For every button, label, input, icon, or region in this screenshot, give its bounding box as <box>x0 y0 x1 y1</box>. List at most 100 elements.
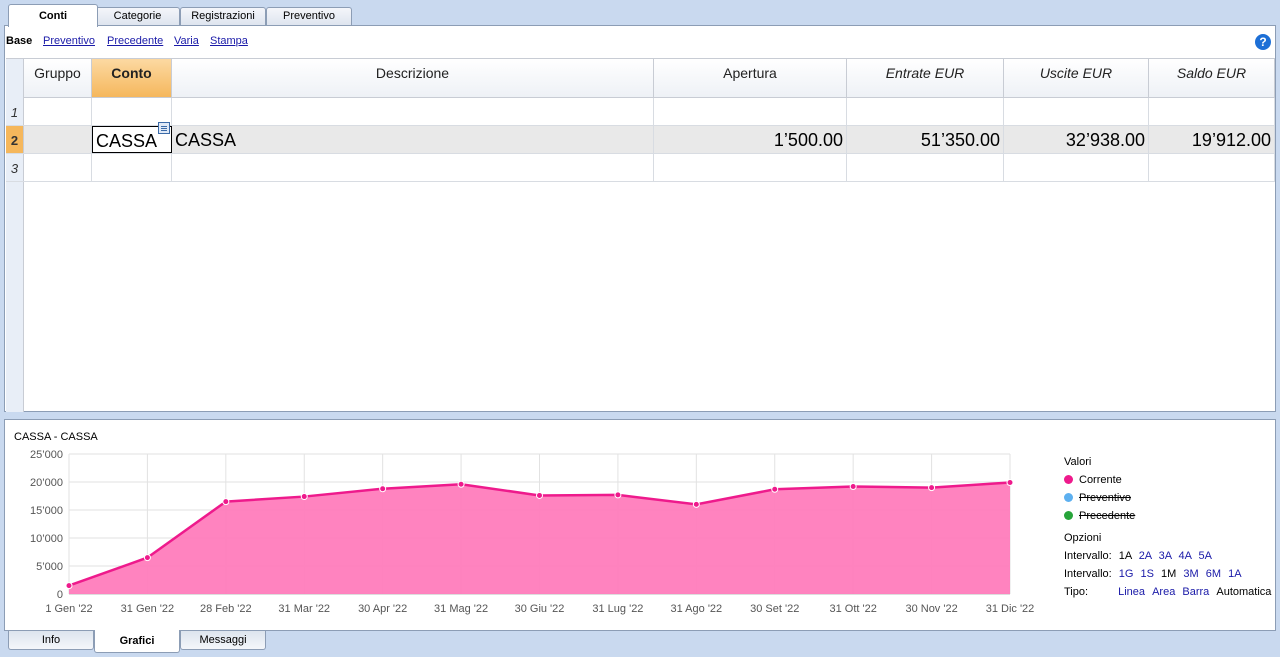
cell-descrizione[interactable]: CASSA <box>172 126 654 153</box>
type-linea[interactable]: Linea <box>1118 586 1145 598</box>
x-tick-label: 30 Apr '22 <box>358 603 407 615</box>
interval-5a[interactable]: 5A <box>1198 550 1211 562</box>
legend-dot-icon <box>1064 475 1073 484</box>
data-point <box>379 485 387 493</box>
x-tick-label: 30 Giu '22 <box>515 603 565 615</box>
data-point <box>457 480 465 488</box>
legend-item-preventivo[interactable]: Preventivo <box>1064 492 1131 504</box>
cell-uscite[interactable] <box>1004 98 1149 125</box>
cell-descrizione[interactable] <box>172 154 654 181</box>
data-point <box>143 554 151 562</box>
header-descrizione[interactable]: Descrizione <box>172 59 654 98</box>
interval-1a[interactable]: 1A <box>1119 550 1132 562</box>
view-base[interactable]: Base <box>6 35 32 47</box>
cell-entrate[interactable] <box>847 98 1004 125</box>
row-number: 3 <box>6 154 24 181</box>
cell-entrate[interactable]: 51’350.00 <box>847 126 1004 153</box>
data-point <box>849 482 857 490</box>
interval-years-row: Intervallo: 1A 2A 3A 4A 5A <box>1064 550 1212 562</box>
accounts-table: Gruppo Conto Descrizione Apertura Entrat… <box>6 58 1275 412</box>
cell-saldo[interactable] <box>1149 98 1275 125</box>
options-label: Opzioni <box>1064 532 1102 544</box>
x-tick-label: 31 Dic '22 <box>986 603 1035 615</box>
interval-2a[interactable]: 2A <box>1139 550 1152 562</box>
cell-entrate[interactable] <box>847 154 1004 181</box>
legend-item-corrente[interactable]: Corrente <box>1064 474 1122 486</box>
tab-messaggi[interactable]: Messaggi <box>180 631 266 650</box>
view-link-stampa[interactable]: Stampa <box>210 35 248 47</box>
cell-apertura[interactable] <box>654 154 847 181</box>
tab-categorie[interactable]: Categorie <box>95 7 180 26</box>
cell-gruppo[interactable] <box>24 98 92 125</box>
type-area[interactable]: Area <box>1152 586 1175 598</box>
cell-uscite[interactable]: 32’938.00 <box>1004 126 1149 153</box>
help-icon[interactable]: ? <box>1255 34 1271 50</box>
type-barra[interactable]: Barra <box>1182 586 1209 598</box>
granularity-1s[interactable]: 1S <box>1141 568 1154 580</box>
type-automatica[interactable]: Automatica <box>1216 586 1271 598</box>
header-apertura[interactable]: Apertura <box>654 59 847 98</box>
granularity-6m[interactable]: 6M <box>1206 568 1221 580</box>
granularity-3m[interactable]: 3M <box>1183 568 1198 580</box>
y-tick-label: 15’000 <box>30 505 63 517</box>
cell-apertura[interactable]: 1’500.00 <box>654 126 847 153</box>
interval-3a[interactable]: 3A <box>1159 550 1172 562</box>
x-tick-label: 31 Ago '22 <box>671 603 723 615</box>
cell-saldo[interactable]: 19’912.00 <box>1149 126 1275 153</box>
area-chart: 0 5’000 10’000 15’000 20’000 25’000 1 Gen '22 3… <box>30 449 1035 615</box>
cell-conto[interactable] <box>92 98 172 125</box>
row-number: 2 <box>6 126 24 153</box>
tab-info[interactable]: Info <box>8 631 94 650</box>
cell-descrizione[interactable] <box>172 98 654 125</box>
header-saldo[interactable]: Saldo EUR <box>1149 59 1275 98</box>
granularity-1m[interactable]: 1M <box>1161 568 1176 580</box>
data-point <box>928 484 936 492</box>
x-tick-label: 30 Nov '22 <box>905 603 957 615</box>
header-uscite[interactable]: Uscite EUR <box>1004 59 1149 98</box>
x-tick-label: 31 Lug '22 <box>592 603 643 615</box>
cell-saldo[interactable] <box>1149 154 1275 181</box>
legend-item-precedente[interactable]: Precedente <box>1064 510 1135 522</box>
view-link-precedente[interactable]: Precedente <box>107 35 163 47</box>
data-point <box>300 493 308 501</box>
cell-apertura[interactable] <box>654 98 847 125</box>
tab-conti[interactable]: Conti <box>8 4 98 27</box>
granularity-1g[interactable]: 1G <box>1119 568 1134 580</box>
interval-4a[interactable]: 4A <box>1179 550 1192 562</box>
table-row[interactable]: 3 <box>6 154 1275 182</box>
data-point <box>222 498 230 506</box>
legend-label: Precedente <box>1079 510 1136 522</box>
view-link-preventivo[interactable]: Preventivo <box>43 35 95 47</box>
x-tick-label: 31 Mar '22 <box>278 603 330 615</box>
y-tick-label: 20’000 <box>30 477 63 489</box>
x-tick-label: 1 Gen '22 <box>45 603 92 615</box>
data-point <box>692 500 700 508</box>
x-tick-label: 31 Mag '22 <box>434 603 488 615</box>
x-tick-label: 31 Gen '22 <box>121 603 174 615</box>
header-conto[interactable]: Conto <box>92 59 172 98</box>
cell-gruppo[interactable] <box>24 126 92 153</box>
table-row[interactable]: 1 <box>6 98 1275 126</box>
table-row[interactable]: 2 CASSA CASSA 1’500.00 51’350.00 32’938.… <box>6 122 1275 154</box>
accounts-panel: Base Preventivo Precedente Varia Stampa … <box>4 25 1276 412</box>
granularity-1a[interactable]: 1A <box>1228 568 1241 580</box>
legend-label: Corrente <box>1079 474 1122 486</box>
tipo-label: Tipo: <box>1064 586 1089 598</box>
x-tick-label: 28 Feb '22 <box>200 603 252 615</box>
cell-conto[interactable] <box>92 154 172 181</box>
view-link-varia[interactable]: Varia <box>174 35 199 47</box>
header-entrate[interactable]: Entrate EUR <box>847 59 1004 98</box>
cell-gruppo[interactable] <box>24 154 92 181</box>
interval-granularity-row: Intervallo: 1G 1S 1M 3M 6M 1A <box>1064 568 1242 580</box>
data-point <box>771 485 779 493</box>
y-tick-label: 25’000 <box>30 449 63 461</box>
tab-registrazioni[interactable]: Registrazioni <box>180 7 266 26</box>
tab-grafici[interactable]: Grafici <box>94 630 180 653</box>
header-gruppo[interactable]: Gruppo <box>24 59 92 98</box>
cell-uscite[interactable] <box>1004 154 1149 181</box>
document-icon[interactable] <box>158 122 170 134</box>
data-point <box>614 491 622 499</box>
legend-label: Preventivo <box>1079 492 1131 504</box>
tab-preventivo[interactable]: Preventivo <box>266 7 352 26</box>
bottom-tab-bar: Info Grafici Messaggi <box>4 630 1276 655</box>
